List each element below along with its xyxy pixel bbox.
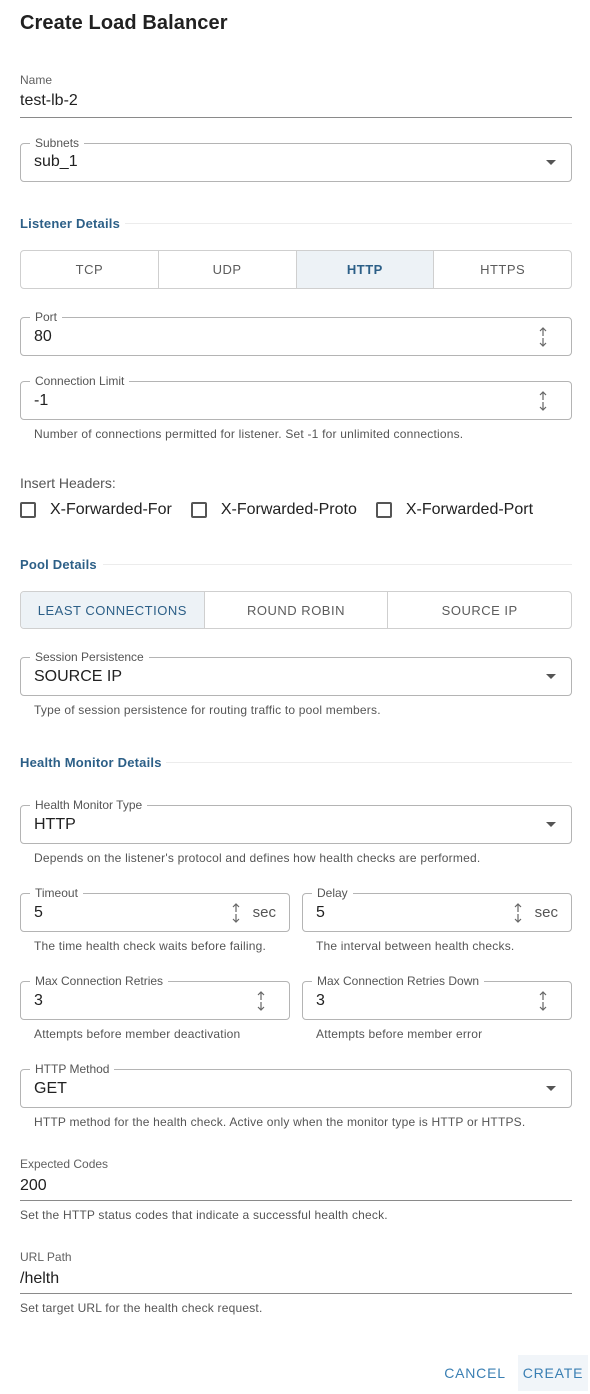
checkbox-x-forwarded-for[interactable]	[20, 502, 36, 518]
timeout-unit: sec	[252, 904, 276, 921]
max-retries-input[interactable]: Max Connection Retries 3	[20, 974, 290, 1020]
url-path-field[interactable]: /helth	[20, 1267, 572, 1294]
protocol-toggle: TCP UDP HTTP HTTPS	[20, 250, 572, 289]
subnets-value: sub_1	[34, 153, 78, 170]
session-persistence-value: SOURCE IP	[34, 668, 123, 685]
algorithm-toggle: LEAST CONNECTIONS ROUND ROBIN SOURCE IP	[20, 591, 572, 629]
health-section-title: Health Monitor Details	[20, 755, 162, 770]
checkbox-x-forwarded-port[interactable]	[375, 502, 392, 518]
timeout-helper: The time health check waits before faili…	[34, 939, 267, 953]
delay-label: Delay	[312, 886, 353, 900]
name-label: Name	[20, 73, 53, 87]
cancel-button[interactable]: CANCEL	[440, 1355, 510, 1391]
url-path-value: /helth	[20, 1270, 60, 1287]
max-retries-down-label: Max Connection Retries Down	[312, 974, 485, 988]
health-monitor-type-value: HTTP	[34, 816, 76, 833]
algorithm-option-least-connections[interactable]: LEAST CONNECTIONS	[21, 592, 205, 628]
url-path-helper: Set target URL for the health check requ…	[20, 1301, 263, 1315]
max-retries-down-value: 3	[316, 992, 325, 1009]
checkbox-x-forwarded-proto-label[interactable]: X-Forwarded-Proto	[221, 501, 357, 519]
algorithm-option-source-ip[interactable]: SOURCE IP	[388, 592, 571, 628]
insert-headers-label: Insert Headers:	[20, 475, 116, 491]
protocol-option-http[interactable]: HTTP	[296, 251, 435, 288]
delay-value: 5	[316, 904, 325, 921]
url-path-label: URL Path	[20, 1250, 72, 1264]
insert-headers-options: X-Forwarded-For X-Forwarded-Proto X-Forw…	[20, 501, 552, 519]
delay-input[interactable]: Delay 5 sec	[302, 886, 572, 932]
protocol-option-udp[interactable]: UDP	[159, 251, 297, 288]
max-retries-helper: Attempts before member deactivation	[34, 1027, 241, 1041]
protocol-option-tcp[interactable]: TCP	[21, 251, 159, 288]
checkbox-x-forwarded-proto[interactable]	[190, 502, 207, 518]
health-monitor-type-select[interactable]: Health Monitor Type HTTP	[20, 798, 572, 844]
subnets-select[interactable]: Subnets sub_1	[20, 136, 572, 182]
http-method-select[interactable]: HTTP Method GET	[20, 1062, 572, 1108]
chevron-down-icon	[546, 1085, 556, 1091]
timeout-value: 5	[34, 904, 43, 921]
stepper-arrows-icon[interactable]	[537, 390, 549, 412]
pool-section-title: Pool Details	[20, 557, 97, 572]
port-label: Port	[30, 310, 63, 324]
stepper-arrows-icon[interactable]	[230, 902, 242, 924]
session-persistence-helper: Type of session persistence for routing …	[34, 703, 381, 717]
max-retries-down-input[interactable]: Max Connection Retries Down 3	[302, 974, 572, 1020]
timeout-input[interactable]: Timeout 5 sec	[20, 886, 290, 932]
delay-unit: sec	[534, 904, 558, 921]
name-value: test-lb-2	[20, 92, 78, 109]
health-monitor-type-label: Health Monitor Type	[30, 798, 148, 812]
timeout-label: Timeout	[30, 886, 83, 900]
http-method-label: HTTP Method	[30, 1062, 115, 1076]
stepper-arrows-icon[interactable]	[512, 902, 524, 924]
stepper-arrows-icon[interactable]	[255, 990, 267, 1012]
max-retries-down-helper: Attempts before member error	[316, 1027, 483, 1041]
listener-section-title: Listener Details	[20, 216, 121, 231]
max-retries-value: 3	[34, 992, 43, 1009]
checkbox-x-forwarded-port-label[interactable]: X-Forwarded-Port	[406, 501, 533, 519]
protocol-option-https[interactable]: HTTPS	[434, 251, 571, 288]
expected-codes-helper: Set the HTTP status codes that indicate …	[20, 1208, 388, 1222]
connection-limit-label: Connection Limit	[30, 374, 130, 388]
dialog-title: Create Load Balancer	[20, 12, 228, 34]
port-input[interactable]: Port 80	[20, 310, 572, 356]
session-persistence-label: Session Persistence	[30, 650, 149, 664]
stepper-arrows-icon[interactable]	[537, 326, 549, 348]
health-monitor-type-helper: Depends on the listener's protocol and d…	[34, 851, 481, 865]
connection-limit-input[interactable]: Connection Limit -1	[20, 374, 572, 420]
chevron-down-icon	[546, 673, 556, 679]
delay-helper: The interval between health checks.	[316, 939, 515, 953]
http-method-helper: HTTP method for the health check. Active…	[34, 1115, 526, 1129]
name-field[interactable]: test-lb-2	[20, 90, 572, 118]
algorithm-option-round-robin[interactable]: ROUND ROBIN	[205, 592, 389, 628]
expected-codes-field[interactable]: 200	[20, 1174, 572, 1201]
subnets-label: Subnets	[30, 136, 85, 150]
expected-codes-value: 200	[20, 1177, 47, 1194]
stepper-arrows-icon[interactable]	[537, 990, 549, 1012]
session-persistence-select[interactable]: Session Persistence SOURCE IP	[20, 650, 572, 696]
checkbox-x-forwarded-for-label[interactable]: X-Forwarded-For	[50, 501, 172, 519]
connection-limit-value: -1	[34, 392, 49, 409]
chevron-down-icon	[546, 159, 556, 165]
port-value: 80	[34, 328, 52, 345]
connection-limit-helper: Number of connections permitted for list…	[34, 427, 464, 441]
chevron-down-icon	[546, 821, 556, 827]
create-button[interactable]: CREATE	[518, 1355, 588, 1391]
expected-codes-label: Expected Codes	[20, 1157, 109, 1171]
max-retries-label: Max Connection Retries	[30, 974, 169, 988]
http-method-value: GET	[34, 1080, 67, 1097]
